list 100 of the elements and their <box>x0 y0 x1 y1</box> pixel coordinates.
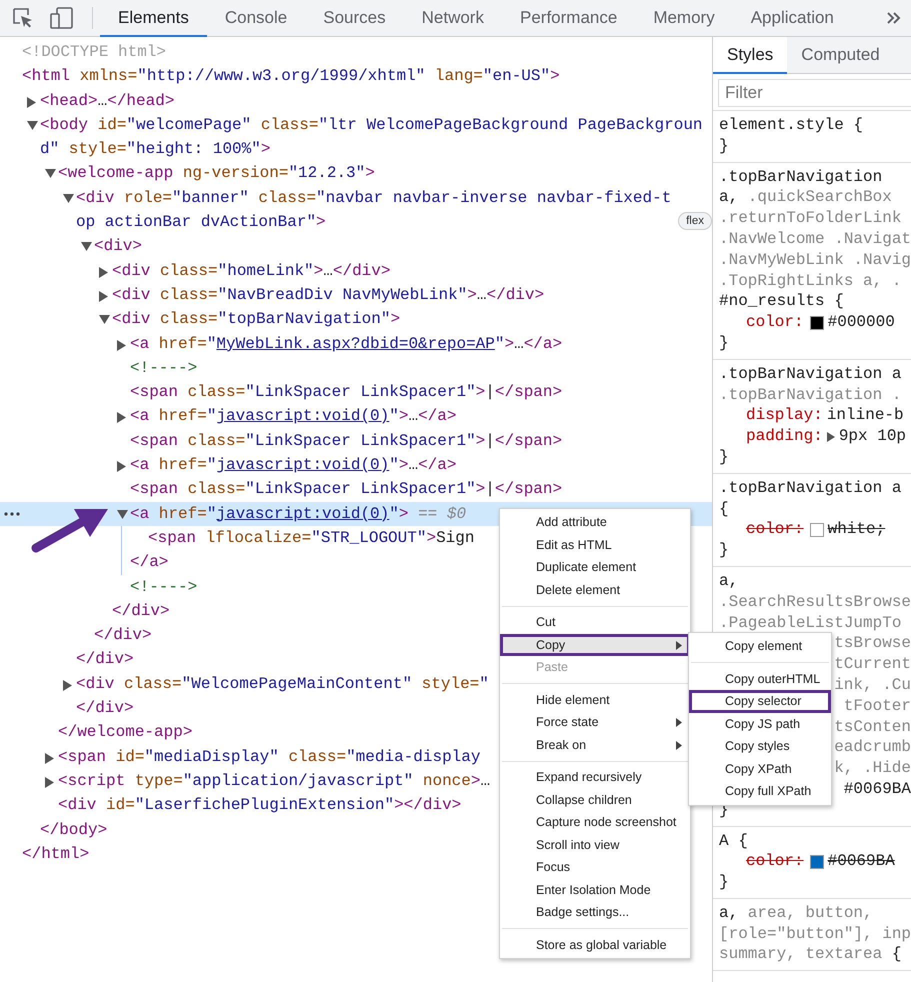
tab[interactable]: Console <box>206 0 306 37</box>
collapse-triangle-icon[interactable] <box>27 120 38 130</box>
menu-item[interactable]: Break on <box>500 734 690 756</box>
expand-triangle-icon[interactable] <box>117 340 126 351</box>
menu-item[interactable]: Delete element <box>500 578 690 601</box>
menu-item[interactable]: Enter Isolation Mode <box>500 878 690 901</box>
code-line[interactable]: <div> <box>94 234 142 259</box>
code-line[interactable]: <a href="javascript:void(0)">…</a> <box>130 453 456 478</box>
code-line[interactable]: <span class="LinkSpacer LinkSpacer1">|</span> <box>130 380 562 404</box>
inspect-icon[interactable] <box>12 7 34 29</box>
menu-item[interactable]: Hide element <box>500 688 690 711</box>
expand-triangle-icon[interactable] <box>117 412 126 424</box>
menu-item[interactable]: Add attribute <box>500 511 690 534</box>
css-property: color: <box>746 851 804 872</box>
expand-triangle-icon[interactable] <box>826 432 835 442</box>
code-line[interactable]: <div class="NavBreadDiv NavMyWebLink">…</div> <box>112 282 544 308</box>
code-line[interactable]: <div class="WelcomePageMainContent" style=" <box>76 672 489 696</box>
code-line[interactable]: </html> <box>22 842 90 866</box>
code-line[interactable]: <welcome-app ng-version="12.2.3"> <box>58 161 375 186</box>
menu-item[interactable]: Copy element <box>689 635 831 658</box>
menu-item[interactable]: Expand recursively <box>500 766 690 788</box>
flex-badge[interactable]: flex <box>678 212 712 230</box>
code-line[interactable]: <head>…</head> <box>40 88 174 113</box>
menu-item[interactable]: Edit as HTML <box>500 534 690 556</box>
code-line[interactable]: <a href="javascript:void(0)">…</a> <box>130 404 456 429</box>
menu-item[interactable]: Copy XPath <box>689 758 831 780</box>
code-line[interactable]: <span id="mediaDisplay" class="media-display <box>58 744 480 769</box>
more-icon[interactable] <box>4 512 20 516</box>
menu-item[interactable]: Copy JS path <box>689 712 831 735</box>
tab[interactable]: Network <box>404 0 502 37</box>
code-line[interactable]: </div> <box>94 623 152 648</box>
css-selector: .SearchResultsBrowse <box>719 592 911 613</box>
css-selector: [role="button"], inp <box>719 924 911 944</box>
code-line[interactable]: <html xmlns="http://www.w3.org/1999/xhtml" lang="en-US"> <box>22 64 560 89</box>
code-line[interactable]: <div id="LaserfichePluginExtension"></div> <box>58 793 462 818</box>
code-line[interactable]: <a href="javascript:void(0)"> == $0 <box>130 502 466 526</box>
menu-item[interactable]: Store as global variable <box>500 934 690 956</box>
menu-item[interactable]: Capture node screenshot <box>500 811 690 834</box>
menu-item[interactable]: Badge settings... <box>500 901 690 924</box>
css-value: #0069BA <box>828 851 895 872</box>
expand-triangle-icon[interactable] <box>27 96 36 108</box>
css-selector: } <box>719 872 729 893</box>
color-swatch[interactable] <box>810 316 824 330</box>
menu-item[interactable]: Force state <box>500 711 690 734</box>
code-line[interactable]: <div role="banner" class="navbar navbar-inverse navbar-fixed-top actionBar dvActionBar"> <box>76 186 674 234</box>
code-line[interactable]: </welcome-app> <box>58 720 192 745</box>
code-line[interactable]: </div> <box>76 647 134 672</box>
menu-item[interactable]: Copy outerHTML <box>689 668 831 690</box>
expand-triangle-icon[interactable] <box>45 776 54 788</box>
tab[interactable]: Styles <box>713 37 788 74</box>
device-toolbar-icon[interactable] <box>50 7 74 29</box>
css-selector: A { <box>719 830 748 852</box>
tab[interactable]: Application <box>732 0 852 37</box>
css-selector: tCurrent <box>834 654 911 675</box>
code-line[interactable]: <script type="application/javascript" nonce>… <box>58 768 490 794</box>
tab[interactable]: Elements <box>100 0 207 37</box>
collapse-triangle-icon[interactable] <box>63 194 74 203</box>
collapse-triangle-icon[interactable] <box>45 169 56 178</box>
filter-field[interactable]: Filter <box>718 79 911 107</box>
expand-triangle-icon[interactable] <box>63 680 72 691</box>
css-selector: ink, .Cu <box>834 674 911 696</box>
code-line[interactable]: <span class="LinkSpacer LinkSpacer1">|</span> <box>130 477 562 502</box>
code-line[interactable]: <div class="topBarNavigation"> <box>112 307 400 332</box>
expand-triangle-icon[interactable] <box>45 752 54 764</box>
tab[interactable]: Memory <box>635 0 733 37</box>
collapse-triangle-icon[interactable] <box>99 315 110 324</box>
expand-triangle-icon[interactable] <box>99 290 108 302</box>
collapse-triangle-icon[interactable] <box>117 510 128 519</box>
code-line[interactable]: <a href="MyWebLink.aspx?dbid=0&repo=AP">…</a> <box>130 332 562 356</box>
more-tabs-icon[interactable] <box>887 12 901 24</box>
code-line[interactable]: <body id="welcomePage" class="ltr WelcomePageBackground PageBackground" style="height: 100%"> <box>40 112 712 162</box>
code-line[interactable]: <!----> <box>130 574 198 599</box>
tab[interactable]: Sources <box>305 0 404 37</box>
expand-triangle-icon[interactable] <box>117 461 126 472</box>
code-line[interactable]: <span class="LinkSpacer LinkSpacer1">|</span> <box>130 428 562 454</box>
tab[interactable]: Computed <box>787 37 894 74</box>
code-line[interactable]: <!----> <box>130 356 198 380</box>
menu-item[interactable]: Collapse children <box>500 788 690 811</box>
css-selector: a, <box>719 570 738 592</box>
code-line[interactable]: <span lflocalize="STR_LOGOUT">Sign <box>148 526 474 550</box>
code-line[interactable]: <div class="homeLink">…</div> <box>112 258 390 283</box>
menu-item[interactable]: Copy selector <box>689 690 831 712</box>
code-line[interactable]: </div> <box>76 696 134 720</box>
menu-item[interactable]: Copy styles <box>689 735 831 758</box>
css-value: #0069BA <box>844 778 911 800</box>
tab[interactable]: Performance <box>502 0 636 37</box>
menu-item[interactable]: Scroll into view <box>500 834 690 856</box>
code-line[interactable]: </body> <box>40 818 108 842</box>
expand-triangle-icon[interactable] <box>99 266 108 278</box>
menu-item[interactable]: Copy full XPath <box>689 780 831 802</box>
menu-item[interactable]: Focus <box>500 856 690 878</box>
collapse-triangle-icon[interactable] <box>81 242 92 252</box>
menu-item[interactable]: Copy <box>500 634 690 656</box>
menu-item[interactable]: Duplicate element <box>500 556 690 578</box>
color-swatch[interactable] <box>810 522 824 537</box>
menu-item[interactable]: Cut <box>500 611 690 634</box>
css-selector: a, <box>719 187 738 208</box>
code-line[interactable]: </div> <box>112 598 170 624</box>
color-swatch[interactable] <box>810 854 824 869</box>
code-line[interactable]: </a> <box>130 550 168 575</box>
